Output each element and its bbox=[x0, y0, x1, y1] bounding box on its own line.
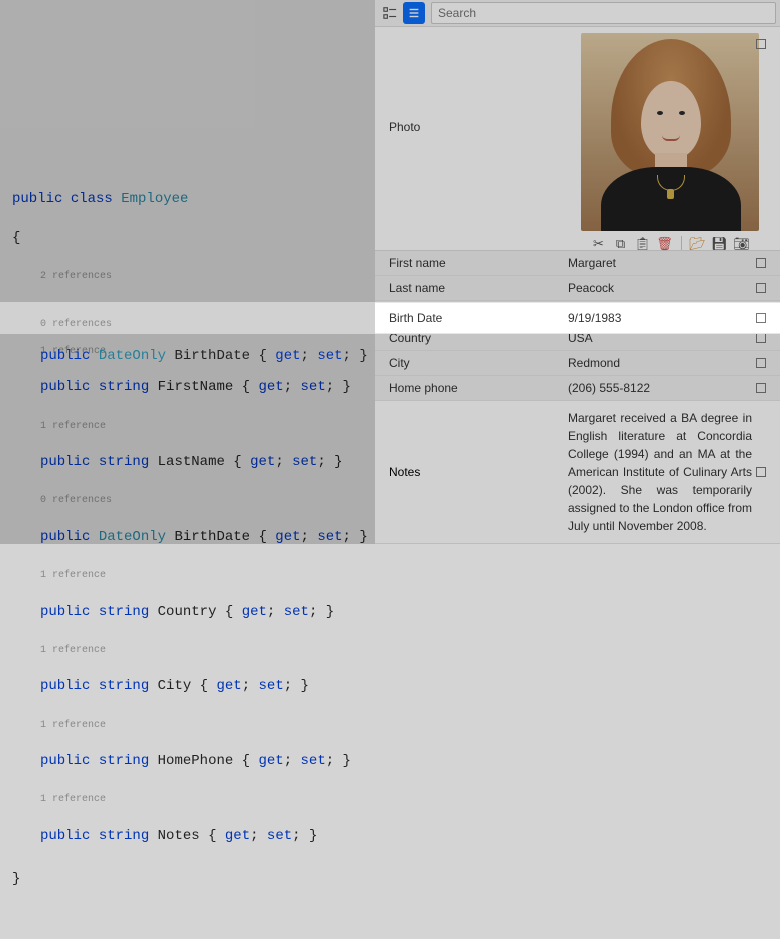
photo-label: Photo bbox=[375, 27, 560, 227]
expand-toggle[interactable] bbox=[756, 383, 766, 393]
expand-toggle[interactable] bbox=[756, 258, 766, 268]
row-last-name[interactable]: Last name Peacock bbox=[375, 276, 780, 301]
property-grid: Photo ✂ ⧉ 📋︎ 🗑︎ 📂︎ 💾︎ 📷︎ bbox=[375, 0, 780, 544]
row-country[interactable]: Country USA bbox=[375, 326, 780, 351]
notes-label: Notes bbox=[375, 401, 560, 543]
row-notes[interactable]: Notes Margaret received a BA degree in E… bbox=[375, 401, 780, 544]
expand-toggle[interactable] bbox=[756, 39, 766, 49]
expand-toggle[interactable] bbox=[756, 308, 766, 318]
save-icon[interactable]: 💾︎ bbox=[712, 236, 728, 252]
notes-value[interactable]: Margaret received a BA degree in English… bbox=[560, 401, 780, 543]
last-name-label: Last name bbox=[375, 276, 560, 300]
photo-actions: ✂ ⧉ 📋︎ 🗑︎ 📂︎ 💾︎ 📷︎ bbox=[568, 236, 772, 252]
expand-toggle[interactable] bbox=[756, 283, 766, 293]
cut-icon[interactable]: ✂ bbox=[591, 236, 607, 252]
copy-icon[interactable]: ⧉ bbox=[613, 236, 629, 252]
search-input[interactable] bbox=[431, 2, 776, 24]
view-categorized-button[interactable] bbox=[379, 2, 401, 24]
home-phone-label: Home phone bbox=[375, 376, 560, 400]
expand-toggle[interactable] bbox=[756, 358, 766, 368]
photo-row: Photo ✂ ⧉ 📋︎ 🗑︎ 📂︎ 💾︎ 📷︎ bbox=[375, 27, 780, 251]
home-phone-value[interactable]: (206) 555-8122 bbox=[560, 376, 780, 400]
paste-icon[interactable]: 📋︎ bbox=[635, 236, 651, 252]
code-editor: public class Employee { 2 references pub… bbox=[0, 0, 375, 544]
property-toolbar bbox=[375, 0, 780, 27]
row-first-name[interactable]: First name Margaret bbox=[375, 251, 780, 276]
country-value[interactable]: USA bbox=[560, 326, 780, 350]
city-value[interactable]: Redmond bbox=[560, 351, 780, 375]
first-name-label: First name bbox=[375, 251, 560, 275]
open-folder-icon[interactable]: 📂︎ bbox=[690, 236, 706, 252]
row-city[interactable]: City Redmond bbox=[375, 351, 780, 376]
expand-toggle[interactable] bbox=[756, 467, 766, 477]
camera-icon[interactable]: 📷︎ bbox=[734, 236, 750, 252]
row-home-phone[interactable]: Home phone (206) 555-8122 bbox=[375, 376, 780, 401]
property-rows: First name Margaret Last name Peacock Bi… bbox=[375, 251, 780, 544]
country-label: Country bbox=[375, 326, 560, 350]
birth-date-value[interactable]: 9/19/1983 bbox=[560, 301, 780, 325]
city-label: City bbox=[375, 351, 560, 375]
row-birth-date[interactable]: Birth Date 9/19/1983 bbox=[375, 301, 780, 326]
first-name-value[interactable]: Margaret bbox=[560, 251, 780, 275]
code-block: public class Employee { 2 references pub… bbox=[0, 0, 375, 939]
delete-icon[interactable]: 🗑︎ bbox=[657, 236, 673, 252]
employee-photo bbox=[581, 33, 759, 231]
view-alphabetical-button[interactable] bbox=[403, 2, 425, 24]
last-name-value[interactable]: Peacock bbox=[560, 276, 780, 300]
birth-date-label: Birth Date bbox=[375, 301, 560, 325]
expand-toggle[interactable] bbox=[756, 333, 766, 343]
